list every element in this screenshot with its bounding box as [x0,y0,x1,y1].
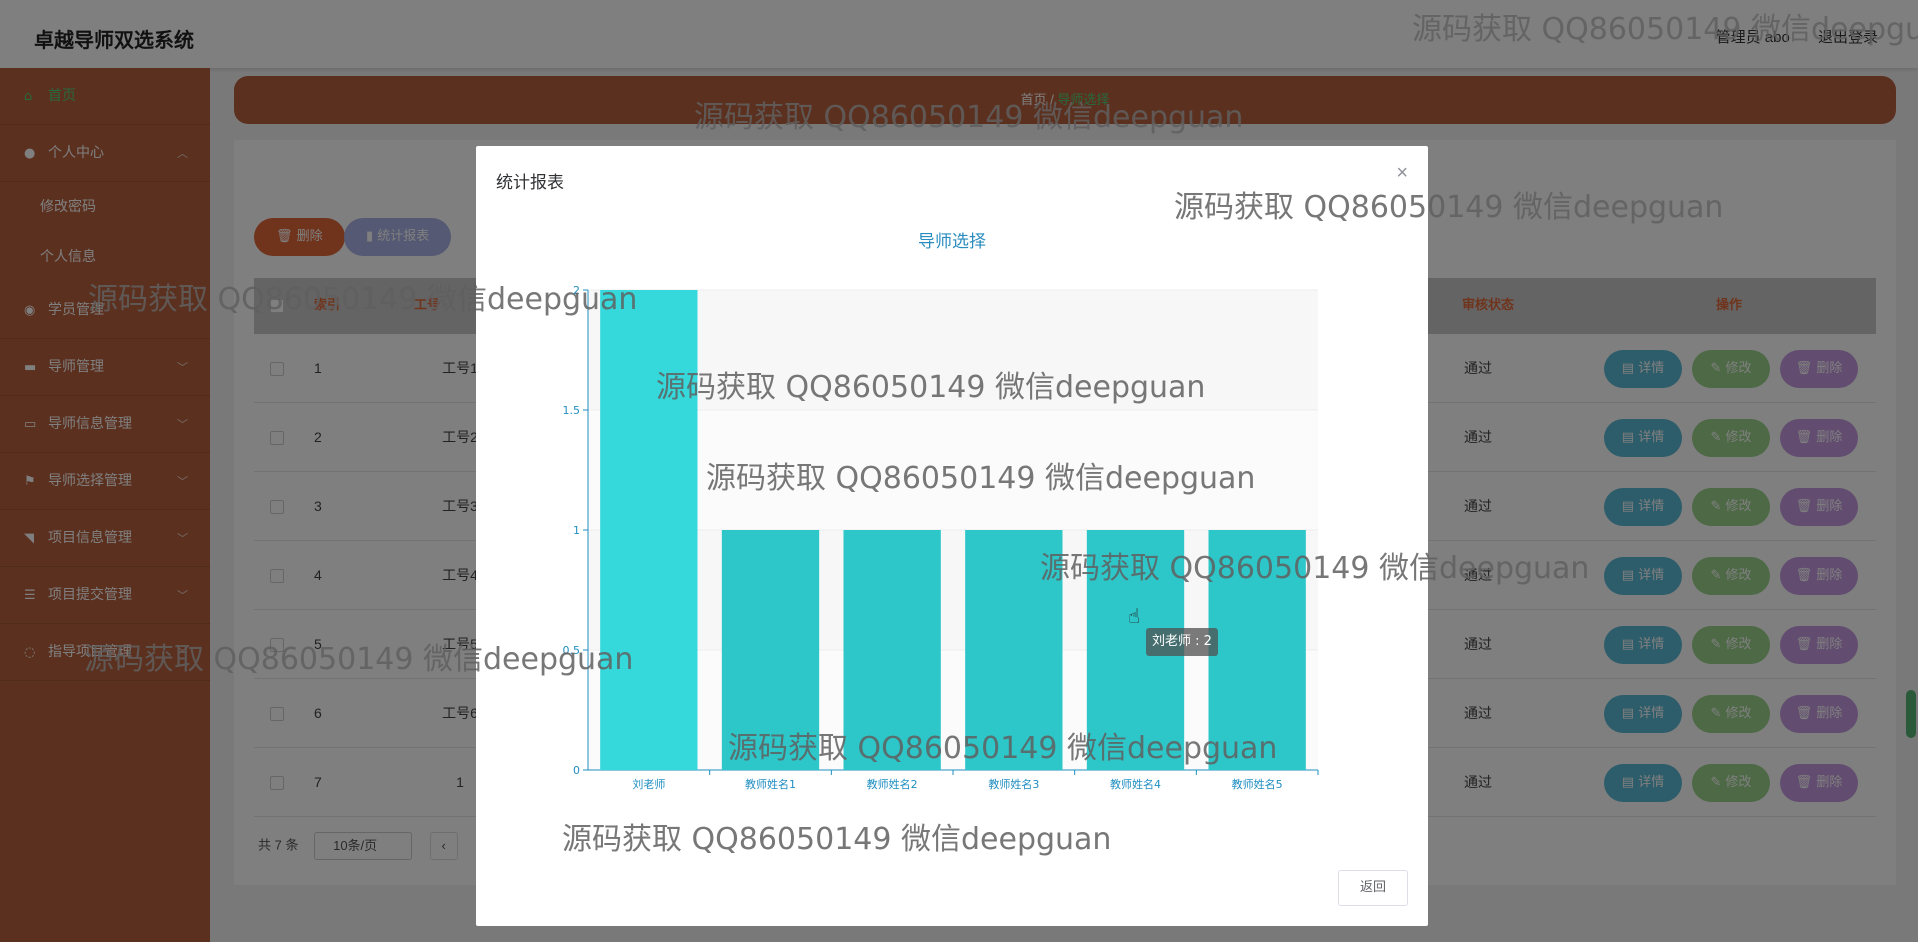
scrollbar-thumb[interactable] [1906,690,1916,738]
x-tick-label: 教师姓名5 [1232,777,1283,791]
chart-title: 导师选择 [918,232,986,252]
y-tick-label: 1.5 [563,404,581,417]
y-tick-label: 1 [573,524,580,537]
bar-教师姓名3 [965,530,1063,770]
bar-刘老师 [600,290,698,770]
bar-chart: 0 0.5 1 1.5 2 刘老师 教师姓名1 教师姓名2 教师姓名3 教师姓名4 教师姓名5 导师选… [563,232,1319,791]
x-tick-label: 教师姓名4 [1110,777,1161,791]
x-tick-label: 教师姓名1 [745,777,796,791]
y-tick-label: 0.5 [563,644,581,657]
bar-教师姓名2 [843,530,941,770]
stat-report-dialog: 0 0.5 1 1.5 2 刘老师 教师姓名1 教师姓名2 教师姓名3 教师姓名4 教师姓名5 导师选… [476,146,1428,926]
x-tick-label: 刘老师 [632,778,665,791]
y-tick-label: 0 [573,764,580,777]
hand-cursor-icon: ☝ [1128,606,1141,628]
close-icon[interactable]: × [1396,162,1408,185]
back-button[interactable]: 返回 [1338,870,1408,906]
y-tick-label: 2 [573,284,580,297]
bar-教师姓名1 [721,530,820,770]
x-tick-label: 教师姓名3 [988,777,1039,791]
dialog-title: 统计报表 [496,173,564,193]
chart-tooltip: 刘老师 : 2 [1146,628,1218,656]
bar-教师姓名5 [1208,530,1306,770]
x-tick-label: 教师姓名2 [867,777,918,791]
